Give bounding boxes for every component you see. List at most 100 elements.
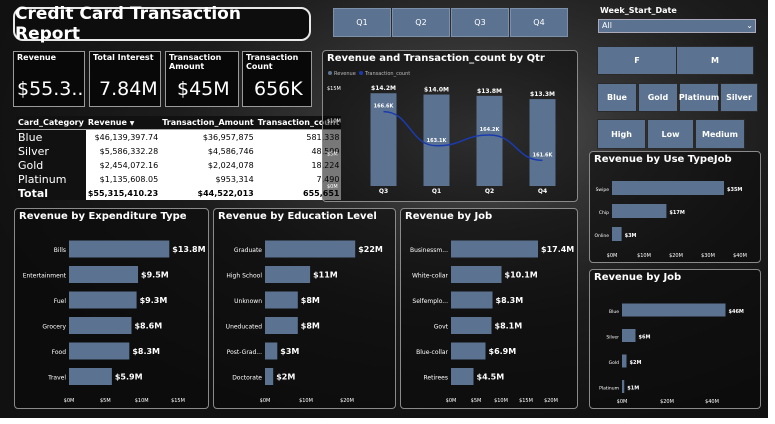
data-label: $46M	[729, 309, 744, 315]
data-label: $13.3M	[530, 91, 555, 98]
table-cell: Gold	[16, 158, 86, 172]
category-label: Entertainment	[23, 273, 67, 280]
data-label: $17.4M	[541, 245, 574, 254]
bar	[451, 240, 538, 258]
tick-label: $20M	[660, 399, 674, 405]
card-revenue-chart-panel[interactable]: Revenue by Job Blue $46M Silver $6M Gold $2M P…	[589, 269, 761, 409]
table-row[interactable]: Platinum $1,135,608.05 $953,314 7,490	[16, 172, 342, 186]
tick-label: $15M	[171, 398, 185, 404]
data-label: $6.9M	[489, 347, 517, 356]
tick-label: $10M	[327, 119, 341, 125]
bar	[451, 317, 492, 334]
bar	[265, 266, 311, 283]
category-label: Selfemplo...	[412, 298, 448, 305]
bar	[265, 240, 356, 258]
data-label: $35M	[727, 187, 742, 193]
category-label: Grocery	[42, 324, 66, 331]
bar	[451, 342, 486, 360]
tick-label: $40M	[705, 399, 719, 405]
data-label: $8.3M	[132, 347, 160, 356]
expenditure-chart-panel[interactable]: Revenue by Expenditure Type Bills $13.8M E…	[14, 208, 209, 409]
slicer-gender-m[interactable]: M	[676, 46, 754, 75]
job-chart-panel[interactable]: Revenue by Job Businessm... $17.4M White-c…	[400, 208, 578, 409]
category-label: Uneducated	[226, 324, 263, 331]
slicer-income-medium[interactable]: Medium	[695, 119, 745, 149]
slicer-income-low[interactable]: Low	[647, 119, 694, 149]
education-chart: Graduate $22M High School $11M Unknown $8M Une…	[226, 240, 383, 404]
bar	[612, 181, 724, 195]
tick-label: $0M	[446, 398, 457, 404]
tick-label: $10M	[299, 398, 313, 404]
category-label: Q3	[379, 188, 388, 195]
category-label: High School	[226, 273, 262, 280]
table-total-row: Total $55,315,410.23 $44,522,013 655,651	[16, 186, 342, 200]
table-header[interactable]: Revenue ▼	[85, 116, 161, 130]
table-row[interactable]: Gold $2,454,072.16 $2,024,078 18,224	[16, 158, 342, 172]
table-row[interactable]: Silver $5,586,332.28 $4,586,746 48,599	[16, 144, 342, 158]
slicer-card-blue[interactable]: Blue	[597, 83, 637, 112]
data-label: 161.6K	[533, 152, 554, 158]
data-label: $17M	[669, 210, 684, 216]
bar	[69, 240, 170, 258]
category-label: Post-Grad...	[227, 349, 262, 356]
slicer-q2[interactable]: Q2	[392, 8, 450, 37]
kpi-transaction-amount-card[interactable]: Transaction Amount $45M	[165, 51, 239, 107]
bar	[476, 95, 503, 186]
education-chart-panel[interactable]: Revenue by Education Level Graduate $22M H…	[213, 208, 396, 409]
tick-label: $5M	[471, 398, 482, 404]
bar	[451, 266, 502, 283]
tick-label: $10M	[637, 253, 651, 259]
slicer-income-high[interactable]: High	[597, 119, 646, 149]
slicer-gender-f[interactable]: F	[597, 46, 677, 75]
kpi-revenue-card[interactable]: Revenue $55.3...	[13, 51, 85, 107]
table-header[interactable]: Card_Category	[16, 116, 86, 130]
usetype-chart-panel[interactable]: Revenue by Use TypeJob Swipe $35M Chip $17M…	[589, 151, 761, 263]
category-label: Q1	[432, 188, 441, 195]
qtr-chart-panel[interactable]: Revenue and Transaction_count by Qtr Rev…	[322, 50, 578, 202]
slicer-q1[interactable]: Q1	[333, 8, 391, 37]
kpi-value: 656K	[254, 78, 303, 100]
slicer-card-platinum[interactable]: Platinum	[679, 83, 719, 112]
week-filter-dropdown[interactable]: All ⌄	[598, 19, 756, 33]
card-category-table: Card_Category Revenue ▼ Transaction_Amou…	[16, 116, 342, 200]
tick-label: $20M	[544, 398, 558, 404]
table-row[interactable]: Blue $46,139,397.74 $36,957,875 581,338	[16, 129, 342, 144]
data-label: $2M	[630, 360, 642, 366]
kpi-transaction-count-card[interactable]: Transaction Count 656K	[242, 51, 312, 107]
bar	[622, 354, 627, 368]
slicer-card-silver[interactable]: Silver	[720, 83, 758, 112]
job-chart: Businessm... $17.4M White-collar $10.1M Self…	[410, 240, 574, 404]
bar	[265, 368, 274, 385]
legend-label: Transaction_count	[364, 71, 410, 77]
card-revenue-chart: Blue $46M Silver $6M Gold $2M Platinum $1M $0M $2…	[599, 303, 744, 405]
table-cell: $36,957,875	[160, 129, 256, 144]
table-cell: $953,314	[160, 172, 256, 186]
tick-label: $15M	[519, 398, 533, 404]
data-label: $6M	[639, 335, 651, 341]
slicer-q4[interactable]: Q4	[510, 8, 568, 37]
category-label: White-collar	[412, 273, 449, 280]
bar	[69, 368, 112, 385]
kpi-total-interest-card[interactable]: Total Interest 7.84M	[89, 51, 161, 107]
category-label: Businessm...	[410, 247, 448, 254]
legend-marker-revenue	[328, 71, 332, 75]
data-label: $2M	[276, 373, 295, 382]
table-header[interactable]: Transaction_Amount	[160, 116, 256, 130]
chevron-down-icon: ⌄	[746, 21, 753, 30]
data-label: $11M	[313, 271, 338, 280]
table-cell: Total	[16, 186, 86, 200]
sort-desc-icon: ▼	[129, 120, 135, 127]
slicer-card-gold[interactable]: Gold	[638, 83, 678, 112]
bar	[622, 380, 625, 393]
category-label: Blue	[609, 309, 619, 315]
category-label: Q2	[485, 188, 494, 195]
table-cell: $5,586,332.28	[85, 144, 161, 158]
table-cell: $2,454,072.16	[85, 158, 161, 172]
tick-label: $15M	[327, 86, 341, 92]
tick-label: $0M	[607, 253, 618, 259]
data-label: $8M	[301, 322, 320, 331]
expenditure-chart: Bills $13.8M Entertainment $9.5M Fuel $9.3M Gr…	[23, 240, 206, 404]
bar	[451, 368, 474, 385]
slicer-q3[interactable]: Q3	[451, 8, 509, 37]
category-label: Blue-collar	[416, 349, 448, 356]
